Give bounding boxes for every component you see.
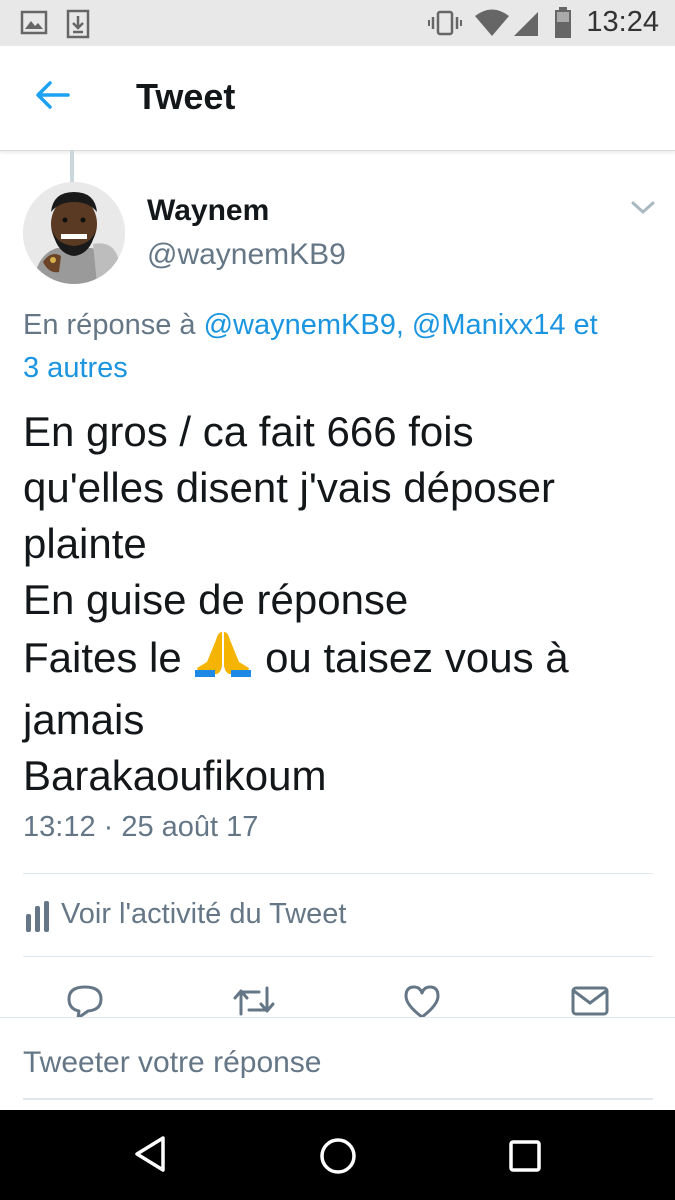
reply-context: En réponse à @waynemKB9, @Manixx14 et 3 … xyxy=(23,304,663,390)
tweet-line: En gros / ca fait 666 fois xyxy=(23,408,474,455)
status-time: 13:24 xyxy=(586,6,659,38)
page-title: Tweet xyxy=(136,76,236,117)
reply-bar: Tweeter votre réponse xyxy=(0,1017,675,1112)
avatar[interactable] xyxy=(23,182,125,284)
signal-icon xyxy=(512,9,540,42)
download-icon xyxy=(66,9,92,44)
activity-label: Voir l'activité du Tweet xyxy=(61,898,347,930)
tweet-line: ou taisez vous à xyxy=(265,634,569,681)
divider xyxy=(23,956,653,957)
folded-hands-icon xyxy=(193,628,253,692)
app-bar: Tweet xyxy=(0,46,675,151)
image-icon xyxy=(20,9,50,42)
author-handle[interactable]: @waynemKB9 xyxy=(147,238,346,272)
recents-square-icon[interactable] xyxy=(508,1139,542,1178)
divider xyxy=(23,873,653,874)
reply-mentions[interactable]: @waynemKB9, @Manixx14 et xyxy=(204,309,598,341)
tweet-line: jamais xyxy=(23,696,145,743)
author-name[interactable]: Waynem xyxy=(147,194,269,228)
tweet-line: Faites le xyxy=(23,634,182,681)
tweet-line: qu'elles disent j'vais déposer xyxy=(23,464,556,511)
reply-others[interactable]: 3 autres xyxy=(23,352,128,384)
battery-icon xyxy=(554,7,572,44)
navigation-bar xyxy=(0,1110,675,1200)
tweet-line: Barakaoufikoum xyxy=(23,752,327,799)
home-circle-icon[interactable] xyxy=(319,1137,357,1180)
tweet-line: En guise de réponse xyxy=(23,576,409,623)
chevron-down-icon[interactable] xyxy=(630,200,656,221)
vibrate-icon xyxy=(428,9,462,42)
tweet-line: plainte xyxy=(23,520,147,567)
tweet-text: En gros / ca fait 666 fois qu'elles dise… xyxy=(23,404,663,804)
reply-prefix: En réponse à xyxy=(23,309,196,341)
back-triangle-icon[interactable] xyxy=(133,1135,167,1178)
reply-input[interactable]: Tweeter votre réponse xyxy=(23,1046,322,1080)
tweet-timestamp: 13:12 · 25 août 17 xyxy=(23,811,259,843)
reply-underline xyxy=(23,1098,653,1100)
thread-line xyxy=(70,150,74,182)
status-bar: 13:24 xyxy=(0,0,675,46)
wifi-icon xyxy=(474,9,510,42)
back-arrow-icon[interactable] xyxy=(34,80,70,115)
bar-chart-icon xyxy=(25,900,53,937)
tweet-line-emoji: Faites le ou taisez vous à xyxy=(23,628,663,692)
